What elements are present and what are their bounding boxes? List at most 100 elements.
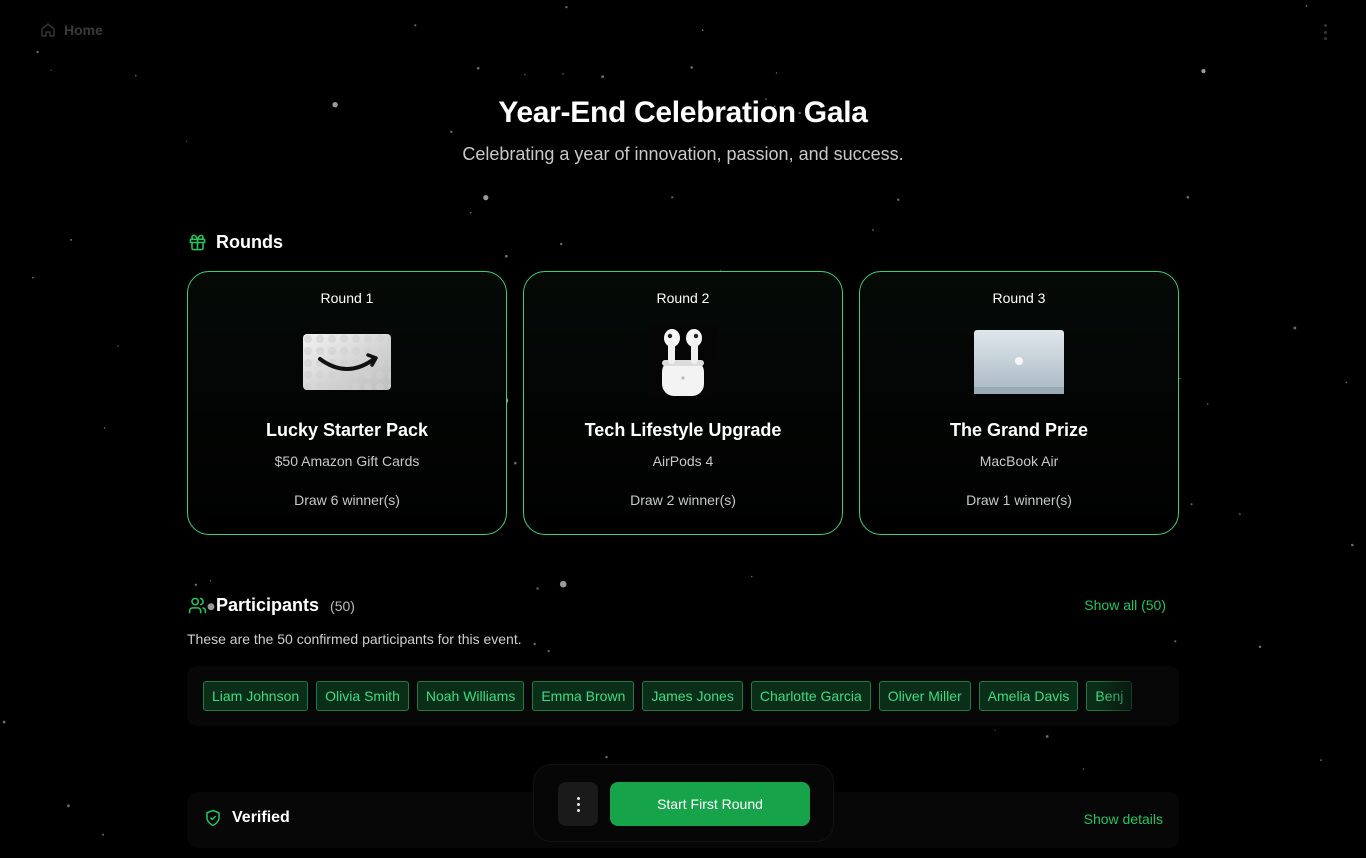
star xyxy=(414,24,417,27)
home-label: Home xyxy=(64,22,103,38)
macbook-image xyxy=(973,326,1065,398)
star xyxy=(135,74,137,77)
chips-fade-overlay xyxy=(1099,666,1179,726)
page-title: Year-End Celebration Gala xyxy=(498,96,868,129)
star xyxy=(1179,377,1181,380)
page-subtitle: Celebrating a year of innovation, passio… xyxy=(462,144,904,164)
participant-chip: Oliver Miller xyxy=(878,681,971,711)
star xyxy=(194,583,197,586)
star xyxy=(450,130,453,133)
star xyxy=(67,804,70,808)
show-details-link[interactable]: Show details xyxy=(1084,811,1163,827)
participant-chip: Amelia Davis xyxy=(978,681,1079,711)
star xyxy=(483,195,489,201)
kebab-dot xyxy=(1323,30,1327,34)
star xyxy=(565,6,568,9)
round-name: The Grand Prize xyxy=(949,420,1089,440)
round-card-1[interactable]: Round 1 Lucky Starter Pack $50 Amazon Gi… xyxy=(187,271,507,535)
star xyxy=(476,67,480,70)
round-card-2[interactable]: Round 2 Tech Lifestyle Upgrade AirPods 4 xyxy=(523,271,843,535)
star xyxy=(70,238,73,241)
kebab-dot xyxy=(1323,24,1327,27)
airpods-image xyxy=(648,326,718,398)
star xyxy=(1305,5,1308,7)
star xyxy=(1201,69,1206,74)
star xyxy=(1082,768,1085,770)
home-icon xyxy=(41,23,55,37)
star xyxy=(524,74,526,76)
star xyxy=(547,650,550,653)
star xyxy=(560,242,563,246)
round-card-3[interactable]: Round 3 The Grand Prize MacBook Air Draw… xyxy=(859,271,1179,535)
star xyxy=(117,345,119,347)
star xyxy=(775,72,778,74)
users-icon xyxy=(188,597,207,614)
participants-list[interactable]: Liam Johnson Olivia Smith Noah Williams … xyxy=(187,666,1179,726)
star xyxy=(994,729,996,731)
more-options-button[interactable] xyxy=(558,782,598,826)
star xyxy=(32,276,34,279)
star xyxy=(1293,326,1297,330)
star xyxy=(701,29,704,32)
round-prize: AirPods 4 xyxy=(652,453,714,469)
star xyxy=(1345,381,1348,384)
star xyxy=(1186,195,1190,199)
participant-chip: Noah Williams xyxy=(416,681,525,711)
top-menu-button[interactable] xyxy=(1322,24,1328,40)
star xyxy=(50,69,52,71)
star xyxy=(1190,503,1193,506)
gift-icon xyxy=(189,234,206,251)
star xyxy=(559,580,567,588)
app-root: Home Year-End Celebration Gala Celebrati… xyxy=(0,0,1366,858)
star xyxy=(536,587,539,590)
round-draw-count: Draw 1 winner(s) xyxy=(966,492,1072,508)
participant-chip: Emma Brown xyxy=(532,681,635,711)
round-draw-count: Draw 6 winner(s) xyxy=(294,492,400,508)
star xyxy=(1320,759,1322,761)
round-name: Tech Lifestyle Upgrade xyxy=(584,420,782,440)
round-number: Round 2 xyxy=(656,290,710,306)
star xyxy=(1045,735,1049,738)
round-number: Round 3 xyxy=(992,290,1046,306)
kebab-dot xyxy=(576,808,580,812)
participant-chip: Olivia Smith xyxy=(316,681,409,711)
star xyxy=(872,229,874,231)
verified-label: Verified xyxy=(232,809,290,826)
kebab-dot xyxy=(1323,37,1327,40)
participants-heading: Participants (50) xyxy=(188,595,355,616)
star xyxy=(469,211,472,214)
show-all-participants-link[interactable]: Show all (50) xyxy=(1084,597,1166,613)
round-name: Lucky Starter Pack xyxy=(265,420,429,440)
rounds-heading: Rounds xyxy=(188,232,283,253)
round-prize: MacBook Air xyxy=(979,453,1059,469)
participant-chip: James Jones xyxy=(642,681,743,711)
round-prize: $50 Amazon Gift Cards xyxy=(274,453,420,469)
star xyxy=(897,198,900,201)
round-draw-count: Draw 2 winner(s) xyxy=(630,492,736,508)
participant-chip: Charlotte Garcia xyxy=(750,681,871,711)
star xyxy=(1258,645,1262,649)
star xyxy=(2,720,6,724)
star xyxy=(103,427,106,429)
participants-heading-label: Participants xyxy=(216,595,320,615)
start-first-round-button[interactable]: Start First Round xyxy=(610,782,810,826)
star xyxy=(750,575,753,578)
star xyxy=(601,75,604,79)
star xyxy=(504,254,508,258)
star xyxy=(1174,640,1177,643)
home-link[interactable]: Home xyxy=(40,22,103,38)
star xyxy=(671,196,674,199)
rounds-heading-label: Rounds xyxy=(216,232,283,252)
star xyxy=(690,66,693,69)
kebab-dot xyxy=(576,796,580,800)
amazon-gift-card-image xyxy=(302,326,392,398)
star xyxy=(1206,403,1209,405)
participants-count: (50) xyxy=(330,597,355,614)
action-bar: Start First Round xyxy=(533,764,834,842)
round-number: Round 1 xyxy=(320,290,374,306)
rounds-list: Round 1 Lucky Starter Pack $50 Amazon Gi… xyxy=(187,271,1179,535)
star xyxy=(209,580,212,582)
star xyxy=(605,755,608,759)
star xyxy=(1351,543,1354,547)
participant-chip: Liam Johnson xyxy=(203,681,309,711)
